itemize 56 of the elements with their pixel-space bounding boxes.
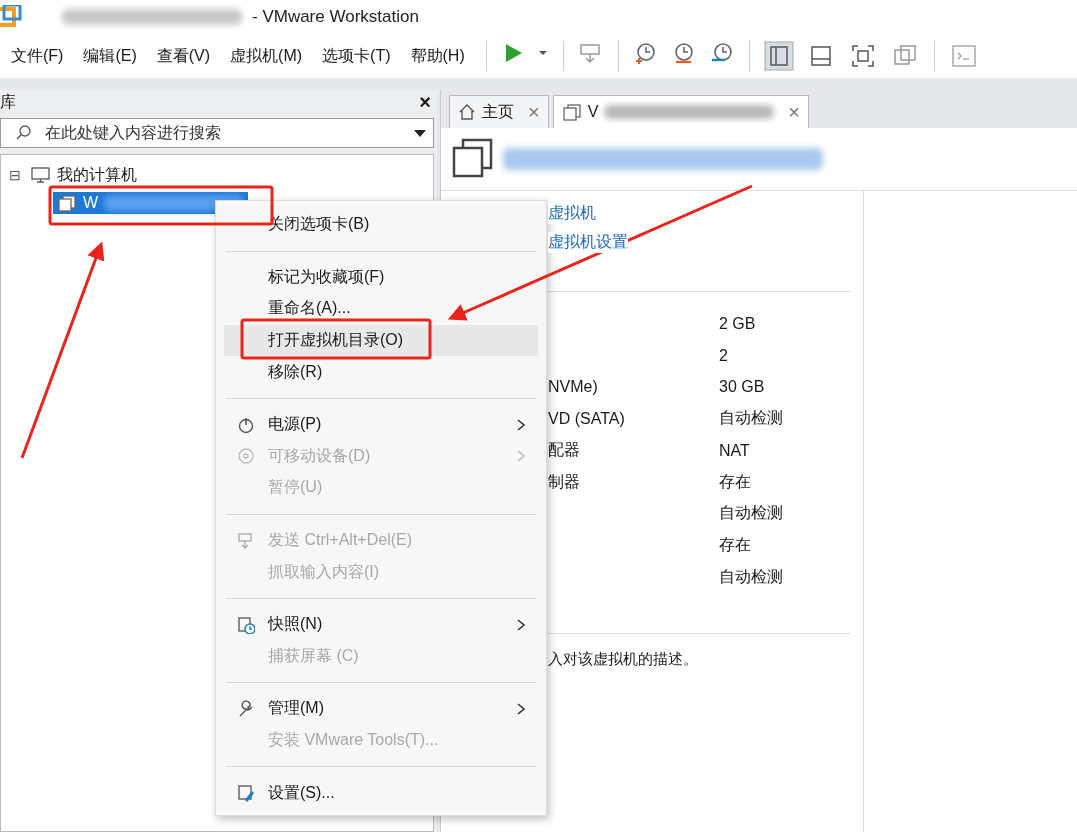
chevron-icon <box>516 449 526 464</box>
window-title: - VMware Workstation <box>252 7 419 27</box>
sidebar-view-icon[interactable] <box>763 41 794 71</box>
close-button[interactable]: × <box>419 90 431 114</box>
menu-item[interactable]: 设置(S)... <box>224 777 538 809</box>
tab[interactable]: V × <box>552 95 810 128</box>
home-icon <box>458 103 476 121</box>
device-name: 配器 <box>548 440 581 461</box>
app-logo-icon <box>0 5 22 29</box>
menu-item[interactable]: 快照(N) <box>224 608 538 641</box>
panel-title: 库 <box>0 91 16 112</box>
menu-item[interactable]: 移除(R) <box>224 356 538 388</box>
device-value: 30 GB <box>719 378 765 397</box>
chevron-icon <box>516 701 526 716</box>
device-value: 自动检测 <box>719 566 783 587</box>
menu-item[interactable]: 打开虚拟机目录(O) <box>224 324 538 357</box>
device-name: 制器 <box>548 471 581 492</box>
vm-icon <box>57 194 77 212</box>
chevron-icon <box>516 617 526 632</box>
settings-icon <box>237 784 255 803</box>
tab[interactable]: 主页 × <box>449 95 549 128</box>
computer-icon <box>31 166 51 184</box>
menu-item[interactable]: 选项卡(T) <box>317 45 396 67</box>
device-value: 2 <box>719 346 728 365</box>
link[interactable]: 虚拟机设置 <box>548 232 628 253</box>
menu-item[interactable]: 电源(P) <box>224 408 538 441</box>
device-name: VD (SATA) <box>548 409 626 428</box>
vm-icon <box>561 103 582 121</box>
menu-item[interactable]: 编辑(E) <box>78 45 142 67</box>
device-value: 自动检测 <box>719 408 783 429</box>
menu-item[interactable]: 查看(V) <box>151 45 216 67</box>
expander-icon[interactable]: ⊟ <box>9 167 25 183</box>
search-field[interactable]: 在此处键入内容进行搜索 <box>0 118 434 148</box>
device-name: NVMe) <box>548 378 599 397</box>
wrench-icon <box>237 699 255 718</box>
menu-item[interactable]: 帮助(H) <box>405 45 470 67</box>
link[interactable]: 虚拟机 <box>548 203 596 224</box>
close-button[interactable]: × <box>788 100 801 124</box>
menu-item[interactable]: 重命名(A)... <box>224 293 538 325</box>
close-button[interactable]: × <box>528 100 540 124</box>
tree-item[interactable]: 我的计算机 <box>57 164 137 186</box>
menu-item[interactable]: 管理(M) <box>224 693 538 725</box>
device-value: 2 GB <box>719 314 756 333</box>
menu-item[interactable]: 虚拟机(M) <box>225 45 308 67</box>
chevron-icon <box>516 417 526 432</box>
menu-item[interactable]: 文件(F) <box>6 45 69 67</box>
device-value: 存在 <box>719 535 751 556</box>
dropdown-icon <box>414 128 426 138</box>
menu-item[interactable]: 标记为收藏项(F) <box>224 261 538 294</box>
device-value: 自动检测 <box>719 503 783 524</box>
device-value: 存在 <box>719 471 751 492</box>
device-value: NAT <box>719 441 750 460</box>
snapshot-icon <box>237 615 255 634</box>
description-text: 入对该虚拟机的描述。 <box>548 649 699 670</box>
disc-icon <box>237 447 255 466</box>
power-icon <box>237 415 255 434</box>
